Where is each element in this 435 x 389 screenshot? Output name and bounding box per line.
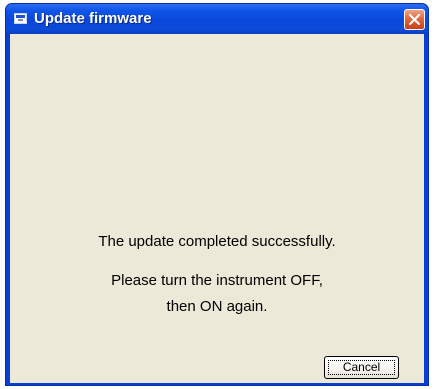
- close-icon: [408, 13, 421, 26]
- cancel-button[interactable]: Cancel: [324, 356, 399, 379]
- window-title: Update firmware: [34, 10, 152, 27]
- instruction-line-2: then ON again.: [166, 298, 268, 315]
- status-message: The update completed successfully.: [98, 233, 336, 250]
- title-bar[interactable]: Update firmware: [6, 4, 428, 34]
- dialog-window: Update firmware The update completed suc…: [5, 3, 429, 386]
- cancel-button-label: Cancel: [342, 360, 381, 374]
- dialog-body: The update completed successfully. Pleas…: [10, 34, 424, 383]
- close-button[interactable]: [404, 9, 425, 30]
- app-window-icon: [14, 13, 27, 24]
- instruction-line-1: Please turn the instrument OFF,: [111, 272, 323, 289]
